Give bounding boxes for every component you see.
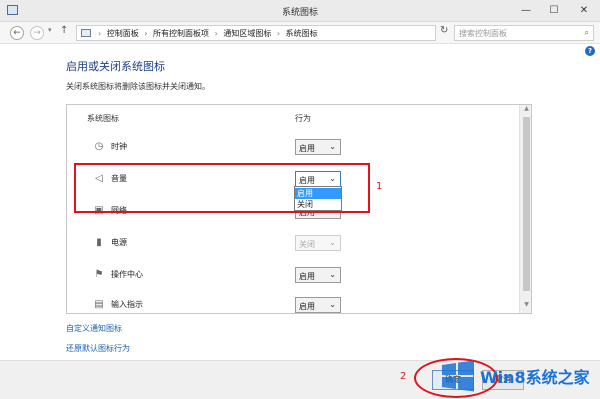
row-label: 操作中心 bbox=[111, 270, 143, 279]
window-title: 系统图标 bbox=[281, 8, 318, 18]
behavior-select-action-center[interactable]: 启用 ⌄ bbox=[295, 267, 341, 283]
search-placeholder: 搜索控制面板 bbox=[459, 29, 507, 38]
column-header-behavior: 行为 bbox=[295, 114, 311, 123]
maximize-button[interactable]: ☐ bbox=[540, 0, 568, 21]
behavior-select-power: 关闭 ⌄ bbox=[295, 235, 341, 251]
row-input-indicator: ▤ 输入指示 启用 ⌄ bbox=[67, 291, 519, 313]
scroll-down-icon[interactable]: ▼ bbox=[520, 301, 531, 311]
refresh-icon[interactable]: ↻ bbox=[440, 25, 448, 36]
annotation-step-1: 1 bbox=[376, 181, 383, 192]
behavior-select-clock[interactable]: 启用 ⌄ bbox=[295, 139, 341, 155]
vertical-scrollbar[interactable]: ▲ ▼ bbox=[519, 105, 531, 313]
power-icon: ▮ bbox=[96, 237, 102, 248]
breadcrumb-separator: › bbox=[98, 29, 102, 38]
scroll-thumb[interactable] bbox=[523, 117, 530, 291]
breadcrumb-separator: › bbox=[214, 29, 218, 38]
breadcrumb-system-icons[interactable]: 系统图标 bbox=[286, 29, 318, 38]
breadcrumb-notification-icons[interactable]: 通知区域图标 bbox=[223, 29, 271, 38]
page-title: 启用或关闭系统图标 bbox=[66, 60, 165, 73]
breadcrumb-separator: › bbox=[276, 29, 281, 38]
row-label: 电源 bbox=[111, 238, 127, 247]
select-value: 启用 bbox=[299, 144, 315, 153]
row-label: 时钟 bbox=[111, 142, 127, 151]
search-icon[interactable]: ⌕ bbox=[585, 28, 589, 38]
page-description: 关闭系统图标将删除该图标并关闭通知。 bbox=[66, 82, 210, 91]
clock-icon: ◷ bbox=[94, 141, 104, 152]
close-button[interactable]: ✕ bbox=[568, 0, 600, 21]
minimize-button[interactable]: — bbox=[512, 0, 540, 21]
customize-notification-icons-link[interactable]: 自定义通知图标 bbox=[66, 323, 122, 334]
restore-default-behaviors-link[interactable]: 还原默认图标行为 bbox=[66, 343, 130, 354]
row-clock: ◷ 时钟 启用 ⌄ bbox=[67, 133, 519, 163]
recent-pages-chevron-icon[interactable]: ▾ bbox=[48, 26, 52, 34]
flag-icon: ⚑ bbox=[94, 269, 104, 280]
forward-arrow-icon[interactable]: → bbox=[30, 26, 44, 40]
select-value: 启用 bbox=[299, 302, 315, 311]
chevron-down-icon: ⌄ bbox=[329, 270, 336, 279]
navigation-bar: ← → ▾ ↑ › 控制面板 › 所有控制面板项 › 通知区域图标 › 系统图标… bbox=[0, 22, 600, 44]
chevron-down-icon: ⌄ bbox=[329, 300, 336, 309]
title-bar: 系统图标 — ☐ ✕ bbox=[0, 0, 600, 22]
row-power: ▮ 电源 关闭 ⌄ bbox=[67, 229, 519, 259]
chevron-down-icon: ⌄ bbox=[329, 238, 336, 247]
annotation-step-2: 2 bbox=[400, 371, 407, 382]
control-panel-icon bbox=[81, 29, 91, 37]
annotation-highlight-box bbox=[74, 163, 370, 213]
scroll-up-icon[interactable]: ▲ bbox=[520, 105, 531, 115]
breadcrumb-control-panel[interactable]: 控制面板 bbox=[107, 29, 139, 38]
up-arrow-icon[interactable]: ↑ bbox=[60, 25, 68, 36]
keyboard-icon: ▤ bbox=[94, 299, 104, 310]
row-action-center: ⚑ 操作中心 启用 ⌄ bbox=[67, 261, 519, 291]
column-header-icons: 系统图标 bbox=[87, 114, 119, 123]
breadcrumb-separator: › bbox=[144, 29, 148, 38]
help-icon[interactable]: ? bbox=[585, 46, 595, 56]
select-value: 启用 bbox=[299, 272, 315, 281]
search-input[interactable]: 搜索控制面板 ⌕ bbox=[454, 25, 594, 41]
windows-logo-watermark-icon bbox=[442, 360, 474, 392]
chevron-down-icon: ⌄ bbox=[329, 142, 336, 151]
breadcrumb-all-items[interactable]: 所有控制面板项 bbox=[153, 29, 209, 38]
back-arrow-icon[interactable]: ← bbox=[10, 26, 24, 40]
address-bar[interactable]: › 控制面板 › 所有控制面板项 › 通知区域图标 › 系统图标 ▾ bbox=[76, 25, 501, 41]
watermark-text: Win8系统之家 bbox=[480, 368, 590, 387]
select-value: 关闭 bbox=[299, 240, 315, 249]
row-label: 输入指示 bbox=[111, 300, 143, 309]
breadcrumb: › 控制面板 › 所有控制面板项 › 通知区域图标 › 系统图标 bbox=[95, 28, 318, 39]
behavior-select-input-indicator[interactable]: 启用 ⌄ bbox=[295, 297, 341, 313]
